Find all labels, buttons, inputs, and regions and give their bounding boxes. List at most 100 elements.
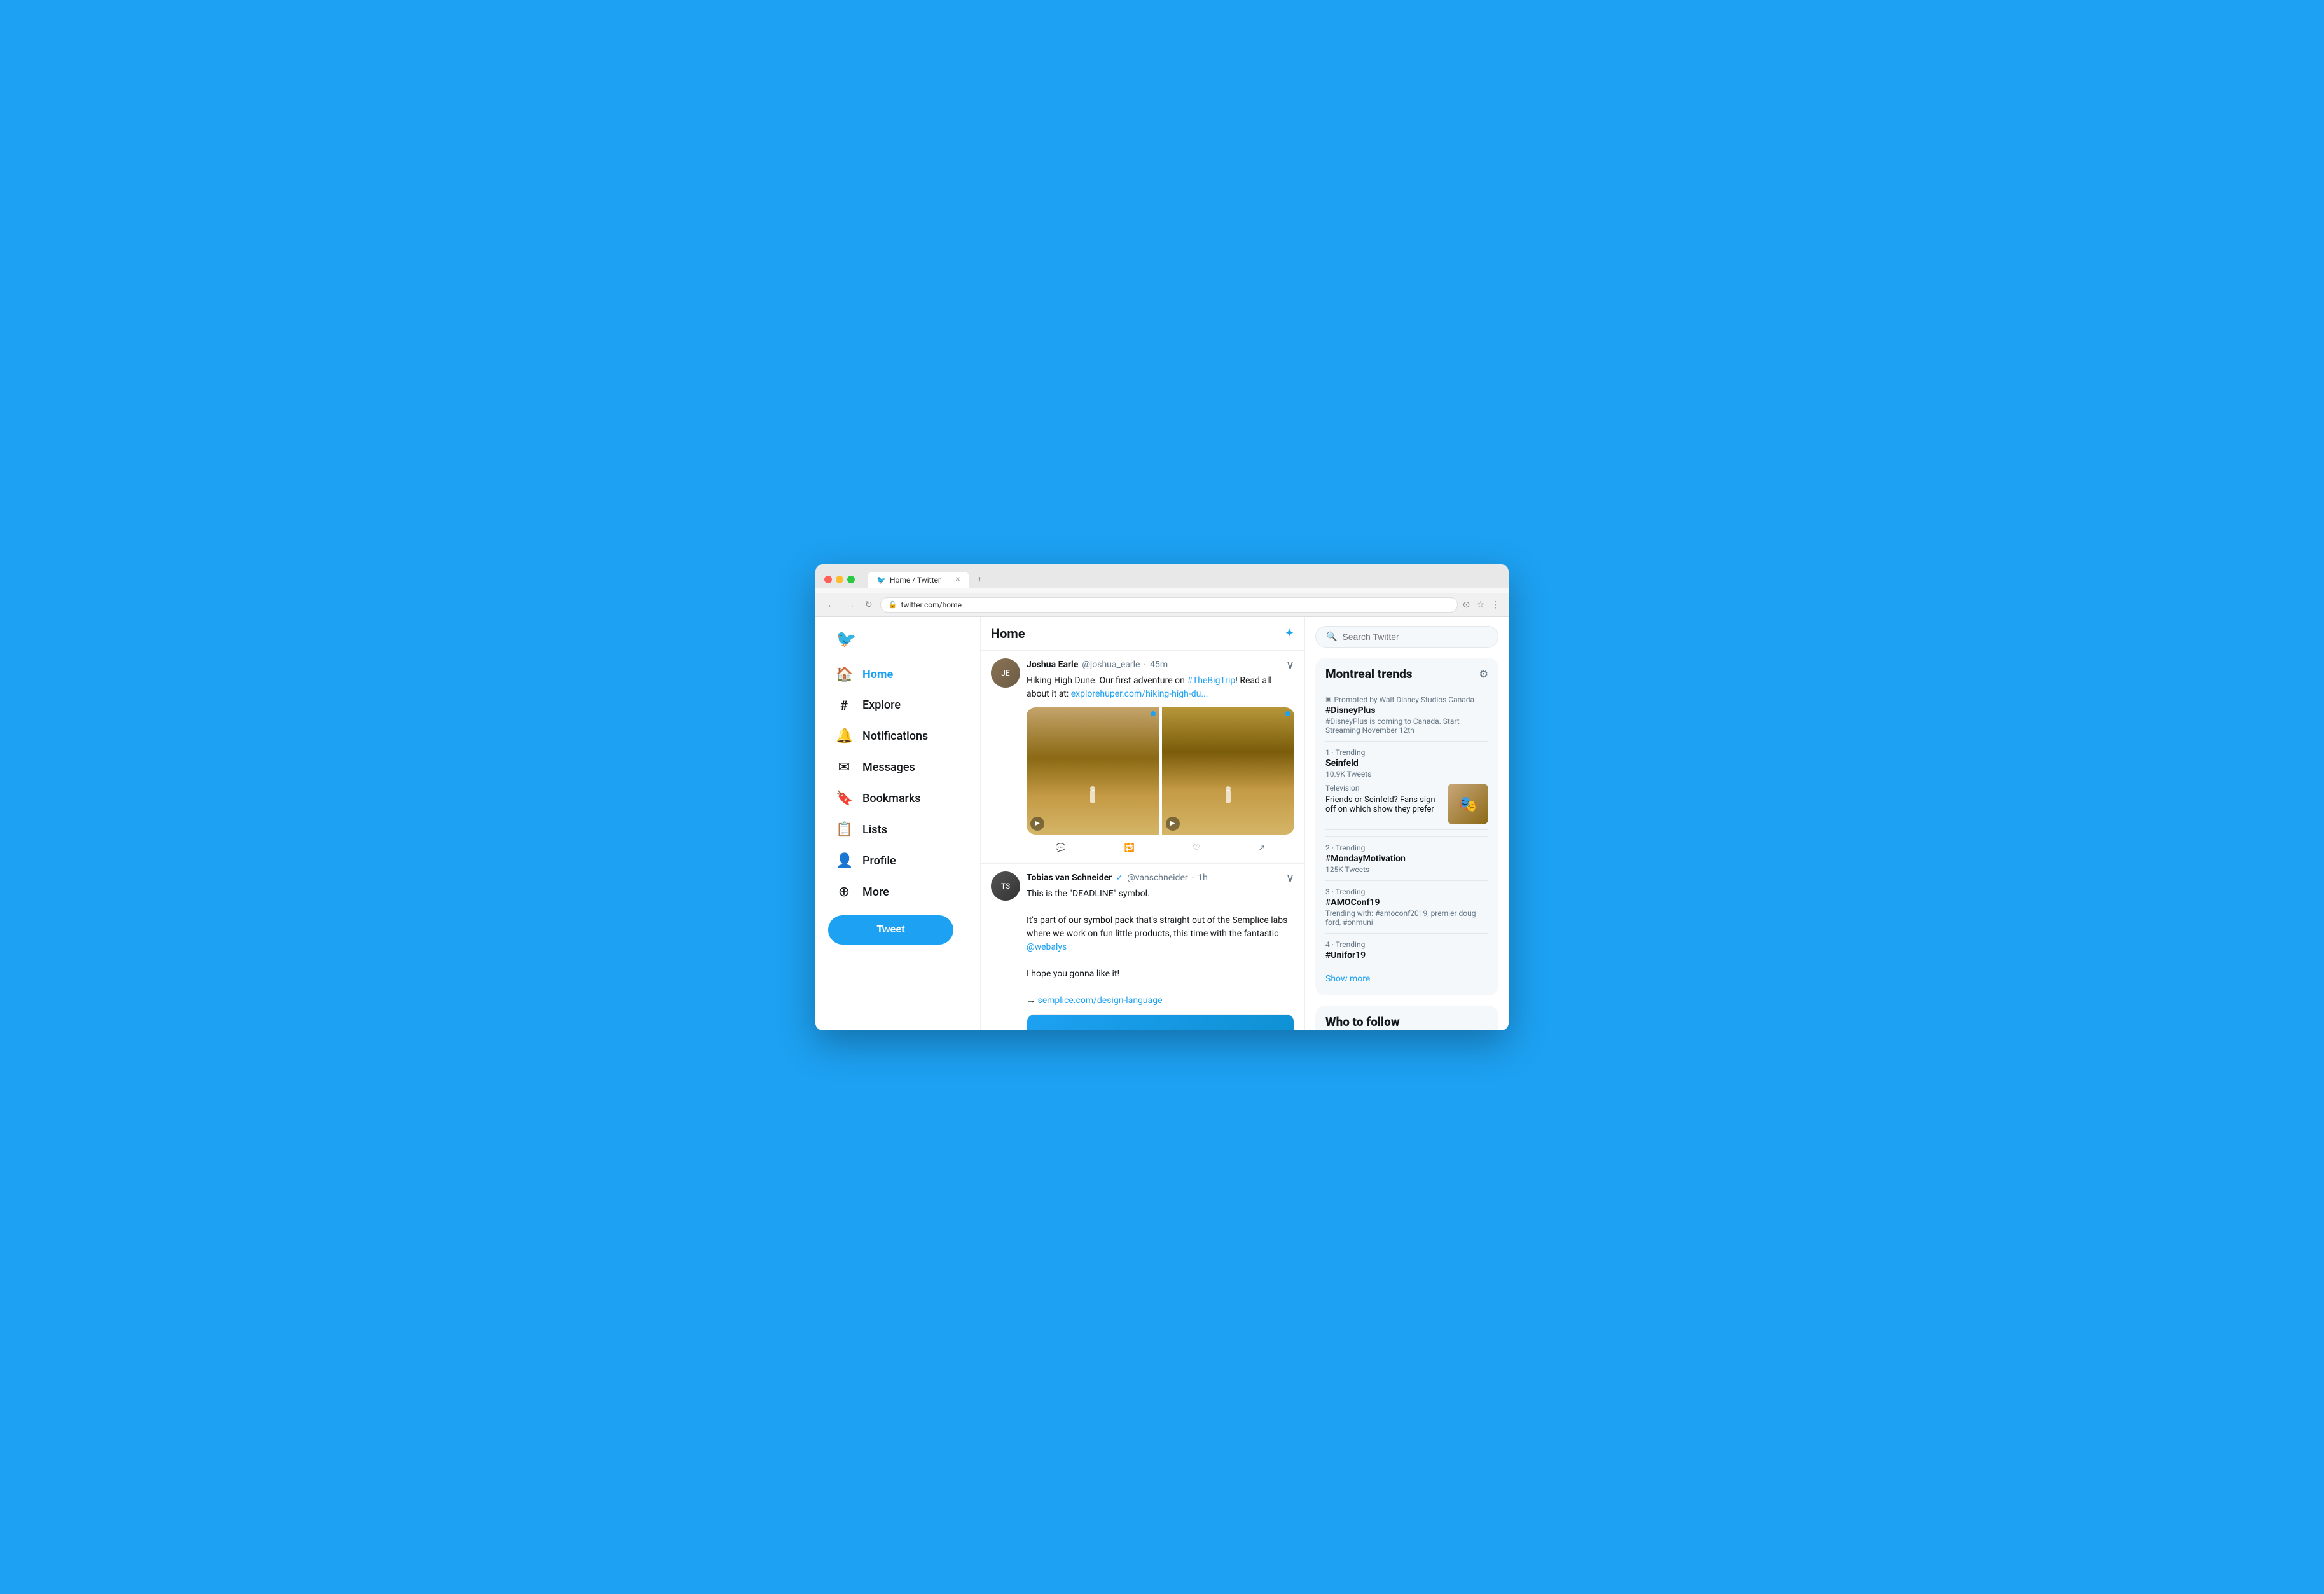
menu-icon[interactable]: ⋮ [1491,600,1500,610]
back-button[interactable]: ← [824,598,838,611]
home-icon: 🏠 [836,667,852,683]
maximize-button[interactable] [847,576,855,583]
verified-badge: ✓ [1116,873,1123,883]
unifor-rank-category: 4 · Trending [1325,940,1488,949]
trends-settings-icon[interactable]: ⚙ [1479,668,1488,680]
explore-label: Explore [862,698,901,712]
tweet-button[interactable]: Tweet [828,915,953,945]
browser-window: 🐦 Home / Twitter ✕ + ← → ↻ 🔒 twitter.com… [815,564,1509,1030]
sidebar-item-profile[interactable]: 👤 Profile [828,847,967,875]
tweet-1-name: Joshua Earle [1027,660,1078,670]
tab-close-icon[interactable]: ✕ [955,576,960,583]
tweet-1-body: Joshua Earle @joshua_earle · 45m ∨ Hikin… [1027,658,1294,856]
sidebar-item-explore[interactable]: # Explore [828,691,967,719]
sidebar-item-home[interactable]: 🏠 Home [828,660,967,689]
tweet-1-hashtag[interactable]: #TheBigTrip [1187,676,1235,686]
tweet-2-more-icon[interactable]: ∨ [1286,871,1294,885]
messages-icon: ✉ [836,759,852,775]
tweet-1-text: Hiking High Dune. Our first adventure on… [1027,674,1294,701]
toolbar-icons: ⊙ ☆ ⋮ [1463,600,1500,610]
traffic-lights [824,576,855,583]
trend-disneyplus[interactable]: ▣ Promoted by Walt Disney Studios Canada… [1325,689,1488,742]
tweet-1-image-right[interactable]: ▶ [1162,707,1295,835]
search-bar[interactable]: 🔍 [1315,626,1498,648]
desert-figure-left [1090,790,1095,803]
cast-icon[interactable]: ⊙ [1463,600,1470,610]
monday-name: #MondayMotivation [1325,854,1488,864]
trend-mondaymotivation[interactable]: 2 · Trending #MondayMotivation 125K Twee… [1325,837,1488,881]
tweet-1-image-left[interactable]: ▶ [1027,707,1159,835]
forward-button[interactable]: → [843,598,857,611]
tweet-2-mention[interactable]: @webalys [1027,942,1067,952]
trend-promoted-text: ▣ Promoted by Walt Disney Studios Canada [1325,695,1488,704]
promoted-by-text: Promoted by Walt Disney Studios Canada [1334,695,1474,704]
refresh-button[interactable]: ↻ [862,599,875,611]
play-button-right[interactable]: ▶ [1166,817,1180,831]
promo-icon: ▣ [1325,696,1331,703]
avatar-tobias-schneider[interactable]: TS [991,871,1020,901]
seinfeld-card-text: Television Friends or Seinfeld? Fans sig… [1325,784,1442,824]
share-icon: ↗ [1258,843,1265,853]
sidebar-item-messages[interactable]: ✉ Messages [828,753,967,782]
tweet-2-card[interactable] [1027,1014,1294,1030]
desert-figure-right [1226,790,1231,803]
monday-count: 125K Tweets [1325,865,1488,874]
tweet-1-retweet-action[interactable]: 🔁 [1119,841,1139,856]
tweet-1: JE Joshua Earle @joshua_earle · 45m ∨ Hi… [981,651,1304,864]
seinfeld-rank-category: 1 · Trending [1325,748,1488,757]
who-to-follow-box: Who to follow Gillian Natali... ✓ Follow [1315,1006,1498,1030]
home-label: Home [862,668,893,681]
browser-content: 🐦 🏠 Home # Explore 🔔 Notifications ✉ Mes… [815,617,1509,1030]
sparkle-icon[interactable]: ✦ [1285,627,1294,640]
minimize-button[interactable] [836,576,843,583]
new-tab-button[interactable]: + [971,571,988,588]
sidebar-item-notifications[interactable]: 🔔 Notifications [828,722,967,751]
star-icon[interactable]: ☆ [1476,600,1484,610]
tweet-1-more-icon[interactable]: ∨ [1286,658,1294,672]
tweet-1-images: ▶ ▶ [1027,707,1294,835]
sidebar-item-bookmarks[interactable]: 🔖 Bookmarks [828,784,967,813]
url-text: twitter.com/home [901,600,962,609]
disneyplus-description: #DisneyPlus is coming to Canada. Start S… [1325,717,1488,735]
show-more-trends[interactable]: Show more [1325,967,1488,987]
twitter-logo[interactable]: 🐦 [828,623,967,655]
tweet-2-text: This is the "DEADLINE" symbol. It's part… [1027,887,1294,1008]
tweet-1-actions: 💬 🔁 ♡ ↗ [1027,841,1294,856]
play-button-left[interactable]: ▶ [1030,817,1044,831]
seinfeld-count: 10.9K Tweets [1325,770,1488,779]
explore-icon: # [836,698,852,713]
seinfeld-card-image: 🎭 [1448,784,1488,824]
close-button[interactable] [824,576,832,583]
tweet-2-name: Tobias van Schneider [1027,873,1112,883]
disneyplus-hashtag: #DisneyPlus [1325,705,1488,716]
trend-unifor[interactable]: 4 · Trending #Unifor19 [1325,934,1488,967]
browser-tab-active[interactable]: 🐦 Home / Twitter ✕ [868,572,969,588]
amo-name: #AMOConf19 [1325,897,1488,908]
messages-label: Messages [862,761,915,774]
trend-amoconf[interactable]: 3 · Trending #AMOConf19 Trending with: #… [1325,881,1488,934]
seinfeld-card[interactable]: Television Friends or Seinfeld? Fans sig… [1325,779,1488,830]
tweet-2-link[interactable]: semplice.com/design-language [1037,995,1162,1006]
tweet-1-comment-action[interactable]: 💬 [1051,841,1071,856]
address-bar[interactable]: 🔒 twitter.com/home [880,597,1458,613]
who-to-follow-title: Who to follow [1325,1015,1488,1029]
tweet-2-handle: @vanschneider [1127,873,1187,883]
sidebar-item-lists[interactable]: 📋 Lists [828,815,967,844]
tweet-1-dot: · [1144,660,1146,670]
more-icon: ⊕ [836,884,852,900]
tweet-1-header: Joshua Earle @joshua_earle · 45m ∨ [1027,658,1294,672]
avatar-joshua-earle[interactable]: JE [991,658,1020,688]
trend-seinfeld[interactable]: 1 · Trending Seinfeld 10.9K Tweets Telev… [1325,742,1488,837]
tab-title: Home / Twitter [890,576,941,585]
tweet-1-like-action[interactable]: ♡ [1187,841,1205,856]
amo-description: Trending with: #amoconf2019, premier dou… [1325,909,1488,927]
twitter-favicon-icon: 🐦 [876,576,886,585]
lists-label: Lists [862,823,887,836]
tweet-2-header: Tobias van Schneider ✓ @vanschneider · 1… [1027,871,1294,885]
search-input[interactable] [1342,632,1488,642]
sidebar-item-more[interactable]: ⊕ More [828,878,967,906]
tweet-1-link[interactable]: explorehuper.com/hiking-high-du... [1071,689,1208,699]
image-indicator-left [1151,711,1156,716]
tweet-1-share-action[interactable]: ↗ [1253,841,1270,856]
bookmarks-label: Bookmarks [862,792,921,805]
